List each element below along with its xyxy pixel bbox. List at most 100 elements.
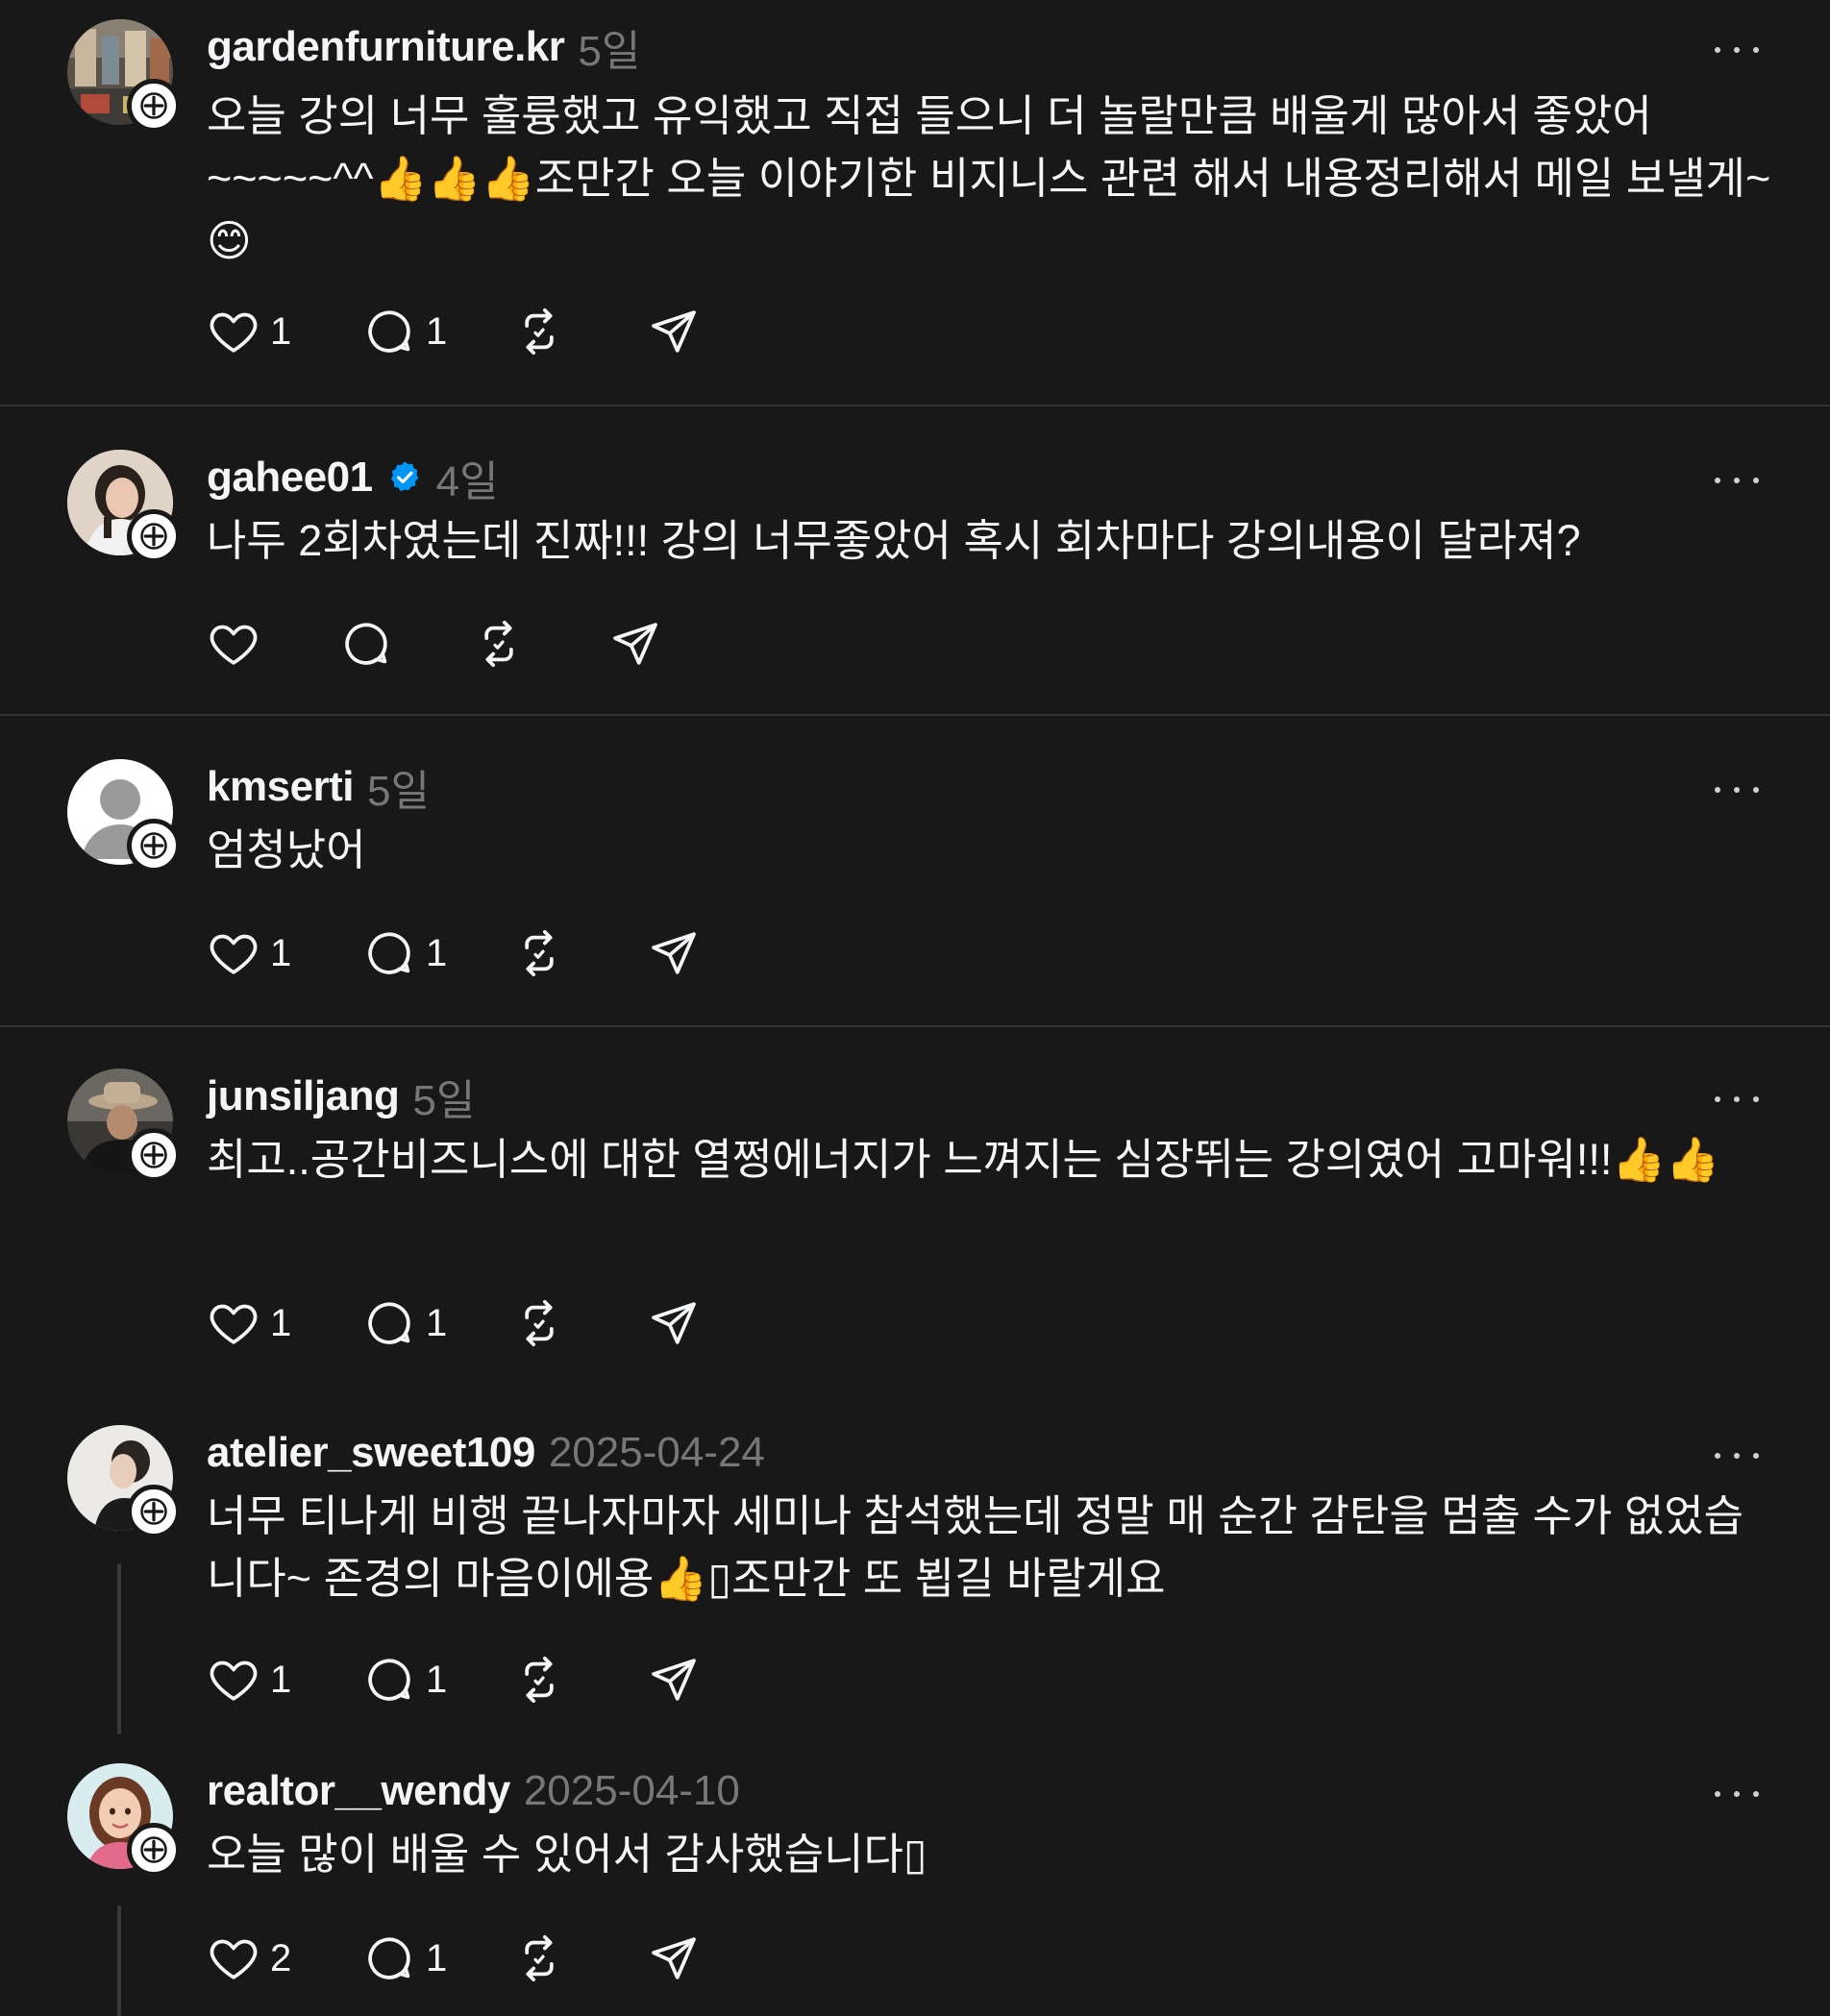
- thread-connector-line: [117, 1905, 121, 2016]
- post-header: kmserti 5일: [207, 759, 430, 815]
- like-count: 1: [270, 931, 292, 974]
- post-header: gardenfurniture.kr 5일: [207, 19, 640, 75]
- repost-button[interactable]: [472, 615, 526, 673]
- share-button[interactable]: [608, 615, 662, 673]
- reply-text: 오늘 강의 너무 훌륭했고 유익했고 직접 들으니 더 놀랄만큼 배울게 많아서…: [207, 91, 1783, 265]
- follow-plus-icon[interactable]: [127, 819, 181, 873]
- post-divider: [0, 1025, 1830, 1027]
- repost-icon: [512, 926, 566, 980]
- send-icon: [647, 1296, 701, 1350]
- timestamp[interactable]: 5일: [578, 16, 640, 78]
- username[interactable]: junsiljang: [207, 1072, 400, 1120]
- repost-icon: [512, 1653, 566, 1707]
- follow-plus-icon[interactable]: [127, 1823, 181, 1877]
- repost-icon: [512, 1296, 566, 1350]
- like-button[interactable]: 1: [207, 303, 291, 360]
- post-header: realtor__wendy 2025-04-10: [207, 1763, 740, 1819]
- timestamp[interactable]: 4일: [436, 447, 499, 508]
- share-button[interactable]: [647, 1651, 701, 1709]
- comment-icon: [362, 1653, 416, 1707]
- comment-icon: [362, 1931, 416, 1985]
- like-count: 1: [270, 1658, 292, 1701]
- verified-badge-icon: [386, 459, 423, 496]
- reply-button[interactable]: [339, 615, 393, 673]
- post-header: atelier_sweet109 2025-04-24: [207, 1425, 765, 1481]
- reply-button[interactable]: 1: [362, 1930, 447, 1987]
- reply-text: 엄청났어: [207, 825, 366, 874]
- reply-text: 최고..공간비즈니스에 대한 열쩡에너지가 느껴지는 심장뛰는 강의였어 고마워…: [207, 1135, 1720, 1184]
- heart-icon: [207, 1653, 260, 1707]
- send-icon: [647, 1931, 701, 1985]
- reply-text: 나두 2회차였는데 진짜!!! 강의 너무좋았어 혹시 회차마다 강의내용이 달…: [207, 516, 1581, 565]
- repost-button[interactable]: [512, 924, 566, 982]
- reply-button[interactable]: 1: [362, 303, 447, 360]
- thread-connector-line: [117, 1563, 121, 1734]
- comment-icon: [339, 617, 393, 671]
- timestamp[interactable]: 5일: [367, 756, 430, 818]
- reply-count: 1: [426, 309, 448, 353]
- heart-icon: [207, 926, 260, 980]
- reply-text: 오늘 많이 배울 수 있어서 감사했습니다▯: [207, 1830, 927, 1879]
- reply-button[interactable]: 1: [362, 924, 447, 982]
- send-icon: [647, 1653, 701, 1707]
- follow-plus-icon[interactable]: [127, 509, 181, 563]
- like-button[interactable]: 1: [207, 924, 291, 982]
- reply-button[interactable]: 1: [362, 1651, 447, 1709]
- reply-button[interactable]: 1: [362, 1294, 447, 1352]
- repost-button[interactable]: [512, 303, 566, 360]
- send-icon: [647, 305, 701, 358]
- post-divider: [0, 714, 1830, 716]
- repost-button[interactable]: [512, 1294, 566, 1352]
- comment-icon: [362, 1296, 416, 1350]
- repost-button[interactable]: [512, 1930, 566, 1987]
- username[interactable]: atelier_sweet109: [207, 1429, 535, 1477]
- share-button[interactable]: [647, 303, 701, 360]
- heart-icon: [207, 305, 260, 358]
- username[interactable]: kmserti: [207, 763, 355, 811]
- follow-plus-icon[interactable]: [127, 1485, 181, 1538]
- more-options-icon[interactable]: [1713, 780, 1761, 799]
- more-options-icon[interactable]: [1713, 471, 1761, 490]
- share-button[interactable]: [647, 1930, 701, 1987]
- username[interactable]: realtor__wendy: [207, 1767, 510, 1815]
- more-options-icon[interactable]: [1713, 1784, 1761, 1804]
- repost-button[interactable]: [512, 1651, 566, 1709]
- more-options-icon[interactable]: [1713, 1090, 1761, 1109]
- like-button[interactable]: 2: [207, 1930, 291, 1987]
- username[interactable]: gahee01: [207, 454, 373, 502]
- post-header: junsiljang 5일: [207, 1069, 475, 1124]
- reply-count: 1: [426, 931, 448, 974]
- share-button[interactable]: [647, 924, 701, 982]
- share-button[interactable]: [647, 1294, 701, 1352]
- repost-icon: [512, 305, 566, 358]
- reply-count: 1: [426, 1301, 448, 1344]
- follow-plus-icon[interactable]: [127, 79, 181, 133]
- post-divider: [0, 405, 1830, 406]
- like-count: 1: [270, 1301, 292, 1344]
- more-options-icon[interactable]: [1713, 1446, 1761, 1465]
- timestamp[interactable]: 2025-04-10: [524, 1767, 740, 1815]
- like-count: 1: [270, 309, 292, 353]
- reply-count: 1: [426, 1936, 448, 1979]
- repost-icon: [472, 617, 526, 671]
- timestamp[interactable]: 2025-04-24: [549, 1429, 765, 1477]
- like-button[interactable]: 1: [207, 1294, 291, 1352]
- send-icon: [608, 617, 662, 671]
- follow-plus-icon[interactable]: [127, 1128, 181, 1182]
- heart-icon: [207, 617, 260, 671]
- timestamp[interactable]: 5일: [412, 1066, 475, 1127]
- more-options-icon[interactable]: [1713, 40, 1761, 60]
- heart-icon: [207, 1931, 260, 1985]
- reply-text: 너무 티나게 비행 끝나자마자 세미나 참석했는데 정말 매 순간 감탄을 멈출…: [207, 1491, 1744, 1603]
- like-count: 2: [270, 1936, 292, 1979]
- comment-icon: [362, 305, 416, 358]
- repost-icon: [512, 1931, 566, 1985]
- like-button[interactable]: [207, 615, 260, 673]
- heart-icon: [207, 1296, 260, 1350]
- like-button[interactable]: 1: [207, 1651, 291, 1709]
- username[interactable]: gardenfurniture.kr: [207, 23, 565, 71]
- send-icon: [647, 926, 701, 980]
- reply-count: 1: [426, 1658, 448, 1701]
- thread-replies-feed: gardenfurniture.kr 5일 오늘 강의 너무 훌륭했고 유익했고 직…: [0, 0, 1830, 2016]
- post-header: gahee01 4일: [207, 450, 499, 505]
